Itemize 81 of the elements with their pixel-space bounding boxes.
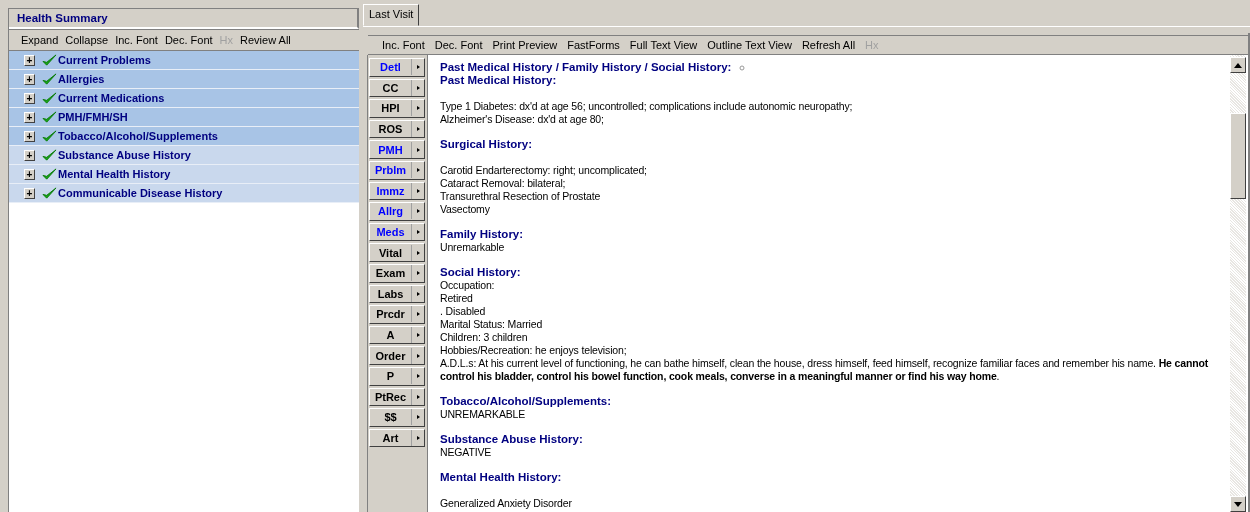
section-button[interactable]: Meds: [369, 222, 425, 242]
toolbar-button[interactable]: Refresh All: [801, 39, 856, 51]
section-button[interactable]: Allrg: [369, 202, 425, 221]
document-text: Cataract Removal: bilateral;: [440, 177, 567, 190]
section-button[interactable]: Immz: [369, 181, 425, 201]
section-button[interactable]: Labs: [369, 284, 425, 304]
section-button[interactable]: P: [369, 366, 425, 386]
section-button[interactable]: Order: [369, 346, 425, 365]
section-button[interactable]: Prcdr: [369, 305, 425, 324]
section-heading: Past Medical History:: [440, 74, 558, 88]
toolbar-button[interactable]: Inc. Font: [382, 39, 425, 51]
toolbar-button[interactable]: Dec. Font: [434, 39, 483, 51]
section-button[interactable]: Detl: [369, 58, 425, 77]
expand-button[interactable]: +: [24, 187, 35, 199]
section-button[interactable]: Exam: [369, 263, 425, 283]
section-heading: Surgical History:: [440, 138, 534, 152]
document-text: A.D.L.s: At his current level of functioning, he can bathe himself, clean the house, dress himself, feed himself, recognize familiar faces and remember his name. He cannot control his bladder, control his bowel function, cook meals, converse in a meaningful manner or find his way home.: [440, 357, 1210, 383]
section-button[interactable]: Vital: [369, 243, 425, 262]
up-arrow-icon: [1234, 62, 1242, 68]
document-text: Generalized Anxiety Disorder: [440, 497, 573, 510]
section-heading: Substance Abuse History:: [440, 433, 584, 446]
scroll-down-button[interactable]: [1230, 496, 1246, 512]
section-button[interactable]: CC: [369, 78, 425, 98]
scroll-thumb[interactable]: [1230, 113, 1246, 199]
summary-item[interactable]: + PMH/FMH/SH: [9, 108, 359, 127]
toolbar-button[interactable]: FastForms: [567, 39, 620, 51]
section-button[interactable]: PtRec: [369, 387, 425, 407]
section-heading: Tobacco/Alcohol/Supplements:: [440, 395, 613, 408]
document-text: Children: 3 children: [440, 331, 529, 344]
expand-button[interactable]: +: [24, 130, 35, 142]
document-text: . Disabled: [440, 305, 487, 318]
scrollbar[interactable]: [1230, 55, 1246, 512]
expand-button[interactable]: +: [24, 149, 35, 161]
toolbar-button[interactable]: Outline Text View: [707, 39, 792, 51]
document-text: NEGATIVE: [440, 446, 493, 459]
toolbar-button[interactable]: Expand: [21, 34, 59, 46]
document-text: Retired: [440, 292, 474, 305]
down-arrow-icon: [1234, 501, 1242, 507]
toolbar-button[interactable]: Print Preview: [492, 39, 558, 51]
section-button[interactable]: PMH: [369, 140, 425, 159]
summary-item[interactable]: + Mental Health History: [9, 165, 359, 184]
tab[interactable]: Last Visit: [363, 4, 420, 26]
toolbar-button[interactable]: Dec. Font: [164, 34, 213, 46]
summary-item[interactable]: + Communicable Disease History: [9, 184, 359, 203]
expand-button[interactable]: +: [24, 73, 35, 85]
document-text: Alzheimer's Disease: dx'd at age 80;: [440, 113, 605, 126]
summary-item[interactable]: + Substance Abuse History: [9, 146, 359, 165]
section-heading: Family History:: [440, 228, 525, 241]
toolbar-button[interactable]: Inc. Font: [115, 34, 158, 46]
summary-item[interactable]: + Allergies: [9, 70, 359, 89]
section-button[interactable]: $$: [369, 408, 425, 427]
document-text: Transurethral Resection of Prostate: [440, 190, 602, 203]
toolbar-button[interactable]: Collapse: [65, 34, 109, 46]
document-text: Vasectomy: [440, 203, 491, 216]
section-heading: Mental Health History:: [440, 471, 563, 485]
document-title: Past Medical History / Family History / Social History:: [440, 61, 732, 74]
document-text: Occupation:: [440, 279, 496, 292]
section-button[interactable]: HPI: [369, 99, 425, 118]
section-button[interactable]: Prblm: [369, 160, 425, 180]
document-text: Carotid Endarterectomy: right; uncomplicated;: [440, 164, 648, 177]
expand-button[interactable]: +: [24, 54, 35, 66]
section-button[interactable]: ROS: [369, 119, 425, 139]
expand-button[interactable]: +: [24, 92, 35, 104]
expand-button[interactable]: +: [24, 168, 35, 180]
document-text: Marital Status: Married: [440, 318, 544, 331]
summary-item[interactable]: + Current Medications: [9, 89, 359, 108]
section-button[interactable]: A: [369, 325, 425, 345]
scroll-up-button[interactable]: [1230, 57, 1246, 73]
toolbar-button[interactable]: Full Text View: [629, 39, 698, 51]
document-text: UNREMARKABLE: [440, 408, 527, 421]
section-button[interactable]: Art: [369, 428, 425, 448]
section-heading: Social History:: [440, 266, 522, 279]
expand-button[interactable]: +: [24, 111, 35, 123]
document-text: Unremarkable: [440, 241, 506, 254]
circle-icon: [739, 64, 746, 71]
document-text: Type 1 Diabetes: dx'd at age 56; uncontrolled; complications include autonomic neuropathy;: [440, 100, 854, 113]
toolbar-button[interactable]: Review All: [240, 34, 291, 46]
summary-item[interactable]: + Current Problems: [9, 51, 359, 70]
panel-title: Health Summary: [9, 9, 359, 29]
summary-item[interactable]: + Tobacco/Alcohol/Supplements: [9, 127, 359, 146]
document-text: Hobbies/Recreation: he enjoys television;: [440, 344, 628, 357]
